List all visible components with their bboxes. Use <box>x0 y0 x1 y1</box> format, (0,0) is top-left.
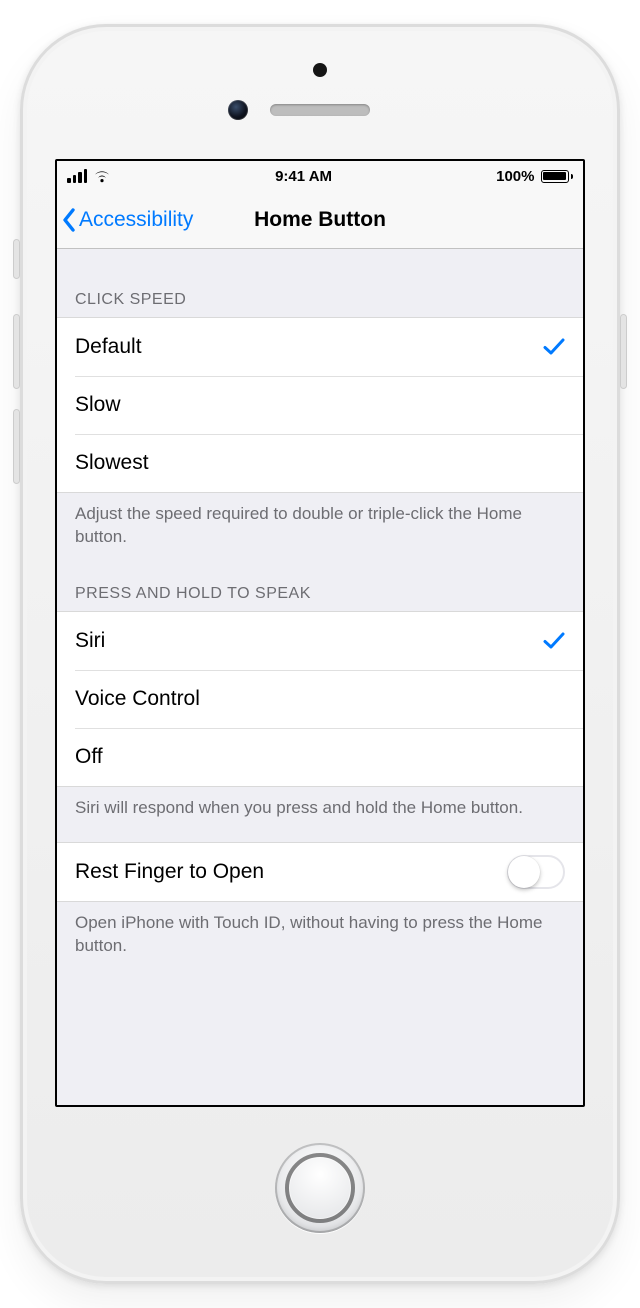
top-sensor-cluster <box>20 24 620 159</box>
status-bar: 9:41 AM 100% <box>57 161 583 191</box>
rest-finger-toggle[interactable] <box>507 855 565 889</box>
click-speed-option-slow[interactable]: Slow <box>57 376 583 434</box>
chevron-left-icon <box>61 208 77 232</box>
rest-finger-row: Rest Finger to Open <box>57 843 583 901</box>
click-speed-option-slowest[interactable]: Slowest <box>57 434 583 492</box>
battery-percent: 100% <box>496 168 534 185</box>
option-label: Slow <box>75 393 121 417</box>
battery-icon <box>541 170 574 183</box>
press-hold-option-voice-control[interactable]: Voice Control <box>57 670 583 728</box>
option-label: Siri <box>75 629 105 653</box>
volume-up-button <box>13 314 20 389</box>
press-hold-option-off[interactable]: Off <box>57 728 583 786</box>
option-label: Default <box>75 335 142 359</box>
status-time: 9:41 AM <box>275 168 332 185</box>
settings-content[interactable]: CLICK SPEED Default Slow Slowest <box>57 249 583 1105</box>
home-button-ring-icon <box>285 1153 355 1223</box>
earpiece-speaker-icon <box>270 104 370 116</box>
side-power-button <box>620 314 627 389</box>
section-footer-click-speed: Adjust the speed required to double or t… <box>57 493 583 557</box>
press-hold-group: Siri Voice Control Off <box>57 611 583 787</box>
volume-down-button <box>13 409 20 484</box>
checkmark-icon <box>543 337 565 357</box>
back-label: Accessibility <box>79 208 193 232</box>
page-title: Home Button <box>254 208 386 232</box>
ring-silent-switch <box>13 239 20 279</box>
rest-finger-group: Rest Finger to Open <box>57 842 583 902</box>
option-label: Slowest <box>75 451 149 475</box>
proximity-sensor-icon <box>313 63 327 77</box>
checkmark-icon <box>543 631 565 651</box>
iphone-device-frame: 9:41 AM 100% Accessibility Home Button C <box>20 24 620 1284</box>
home-button[interactable] <box>275 1143 365 1233</box>
press-hold-option-siri[interactable]: Siri <box>57 612 583 670</box>
cellular-signal-icon <box>67 169 87 183</box>
section-header-click-speed: CLICK SPEED <box>57 249 583 317</box>
option-label: Off <box>75 745 103 769</box>
section-footer-press-hold: Siri will respond when you press and hol… <box>57 787 583 828</box>
rest-finger-label: Rest Finger to Open <box>75 860 264 884</box>
section-header-press-hold: PRESS AND HOLD TO SPEAK <box>57 557 583 611</box>
front-camera-icon <box>228 100 248 120</box>
section-footer-rest-finger: Open iPhone with Touch ID, without havin… <box>57 902 583 966</box>
back-button[interactable]: Accessibility <box>57 208 193 232</box>
option-label: Voice Control <box>75 687 200 711</box>
screen: 9:41 AM 100% Accessibility Home Button C <box>55 159 585 1107</box>
click-speed-option-default[interactable]: Default <box>57 318 583 376</box>
wifi-icon <box>93 170 111 183</box>
navigation-bar: Accessibility Home Button <box>57 191 583 249</box>
click-speed-group: Default Slow Slowest <box>57 317 583 493</box>
